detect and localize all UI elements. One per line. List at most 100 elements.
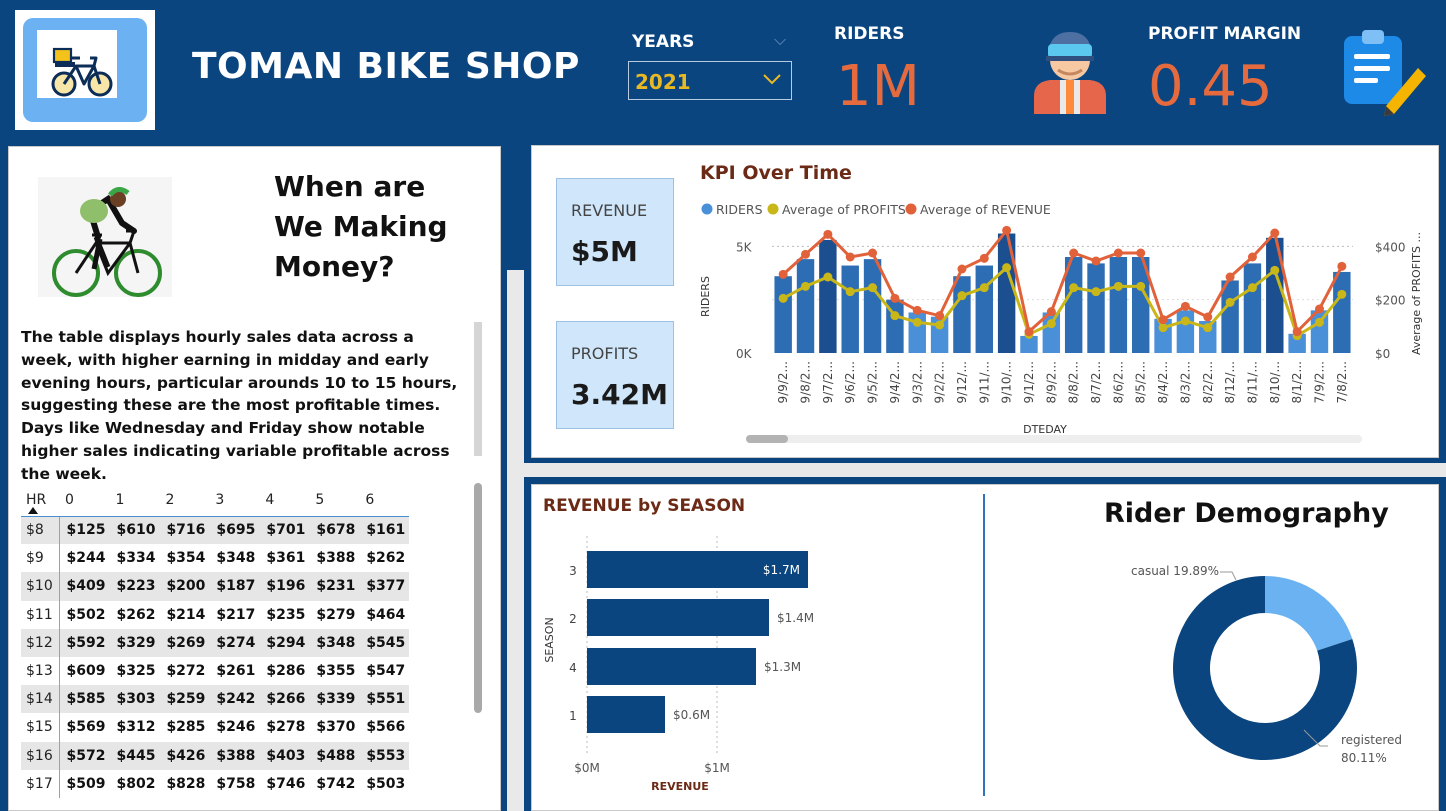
table-cell: $716 [159,516,210,545]
table-cell: $403 [259,741,310,770]
column-header[interactable]: 2 [159,484,210,517]
rider-demography-donut[interactable]: casual 19.89% registered 80.11% [1100,540,1430,780]
column-header[interactable]: 0 [59,484,110,517]
column-header[interactable]: 6 [359,484,410,517]
table-cell: $325 [116,663,156,680]
column-header[interactable]: 3 [209,484,260,517]
y2-tick-label: $0 [1375,347,1390,361]
table-row[interactable]: $9 $244 $334 $354 $348 $361 $388 $262 [21,544,409,573]
profits-point [1091,287,1101,297]
table-cell: $242 [209,685,260,714]
hero-title: When are We Making Money? [274,170,448,283]
casual-slice [1265,576,1353,651]
table-row[interactable]: $14 $585 $303 $259 $242 $266 $339 $551 [21,685,410,714]
table-cell: $235 [266,606,306,623]
legend-riders: RIDERS [716,202,763,217]
x-tick-label: 9/4/2... [888,361,902,403]
riders-label: RIDERS [834,24,905,44]
x-tick-label: 9/11/... [977,361,991,403]
table-cell: $339 [309,685,360,714]
table-row[interactable]: $11 $502 $262 $214 $217 $235 $279 $464 [21,600,409,629]
table-row[interactable]: $12 $592 $329 $269 $274 $294 $348 $545 [21,628,410,657]
table-cell: $388 [209,741,260,770]
clipboard-pencil-icon [1344,30,1426,116]
table-row[interactable]: $8 $125 $610 $716 $695 $701 $678 $161 [21,516,410,545]
description-scrollbar[interactable] [474,322,482,456]
revenue-card-label: REVENUE [571,201,648,220]
demography-chart-title: Rider Demography [1104,498,1389,529]
revenue-point [868,248,878,258]
profit-margin-value: 0.45 [1148,54,1273,119]
column-header[interactable]: 4 [259,484,310,517]
hr-column-header[interactable]: HR [21,484,59,517]
logo [15,10,155,130]
table-row[interactable]: $13 $609 $325 $272 $261 $286 $355 $547 [21,656,409,686]
profits-point [1247,283,1257,293]
table-row[interactable]: $16 $572 $445 $426 $388 $403 $488 $553 [21,741,410,770]
profits-point [912,317,922,327]
x-tick-label: 8/9/2... [1044,361,1058,403]
table-cell: $303 [109,685,160,714]
x-tick-label: 9/10/... [1000,361,1014,403]
table-cell: $223 [109,572,160,601]
season-chart-title: REVENUE by SEASON [543,496,746,516]
kpi-over-time-chart[interactable]: RIDERS Average of PROFITS Average of REVEN… [690,195,1430,445]
revenue-point [845,252,855,262]
table-cell: $286 [266,663,306,680]
y-tick-label: 4 [569,661,577,675]
years-dropdown[interactable]: 2021 [628,61,792,100]
data-label: $1.7M [763,563,800,577]
profits-point [957,291,967,301]
revenue-by-season-chart[interactable]: 3 $1.7M 2 $1.4M 4 $1.3M 1 $0.6M $0M $1M REVENUE SEA… [536,530,836,796]
x-tick-label: 9/7/2... [821,361,835,403]
season-bar [587,599,769,636]
profits-point [1180,316,1190,326]
table-cell: $547 [366,663,406,680]
y2-tick-label: $200 [1375,294,1406,308]
table-cell: $377 [359,572,410,601]
legend-profits: Average of PROFITS [782,202,906,217]
insight-description: The table displays hourly sales data acr… [21,328,458,483]
x-tick-label: 8/11/... [1245,361,1259,403]
table-cell: $259 [159,685,210,714]
revenue-point [778,269,788,279]
table-row[interactable]: $10 $409 $223 $200 $187 $196 $231 $377 [21,572,410,601]
revenue-point [1270,228,1280,238]
y-tick-label: 5K [736,240,753,254]
riders-bar [1087,263,1105,353]
x-tick-label: 8/12/... [1223,361,1237,403]
table-row[interactable]: $15 $569 $312 $285 $246 $278 $370 $566 [21,713,409,742]
profits-point [1225,297,1235,307]
table-cell: $426 [159,741,210,770]
table-row[interactable]: $17 $509 $802 $828 $758 $746 $742 $503 [21,769,409,798]
table-scrollbar[interactable] [474,483,482,713]
registered-slice-value: 80.11% [1341,751,1387,765]
panel-divider [983,494,985,796]
revenue-point [801,249,811,259]
row-header-hr: $12 [21,628,60,657]
casual-slice-label: casual 19.89% [1131,564,1219,578]
profits-card-label: PROFITS [571,344,639,363]
profits-point [778,293,788,303]
x-tick-label: 8/7/2... [1089,361,1103,403]
chart-scrollbar-track [746,435,1362,443]
revenue-point [1337,261,1347,271]
table-cell: $488 [309,741,360,770]
table-cell: $161 [359,516,410,545]
column-header[interactable]: 1 [109,484,160,517]
x-axis-label: DTEDAY [1023,423,1067,436]
x-tick-label: 8/1/2... [1290,361,1304,403]
row-header-hr: $16 [21,741,60,770]
revenue-card: REVENUE $5M [556,178,674,286]
y-tick-label: 0K [736,347,753,361]
legend-revenue: Average of REVENUE [920,202,1051,217]
years-collapse-icon[interactable]: ⌵ [774,30,786,50]
riders-bar [1333,271,1351,353]
x-tick-label: 9/6/2... [843,361,857,403]
table-cell: $370 [316,719,356,736]
profits-point [1270,265,1280,275]
revenue-point [1180,301,1190,311]
profits-point [979,283,989,293]
column-header[interactable]: 5 [309,484,360,517]
table-cell: $272 [166,663,206,680]
